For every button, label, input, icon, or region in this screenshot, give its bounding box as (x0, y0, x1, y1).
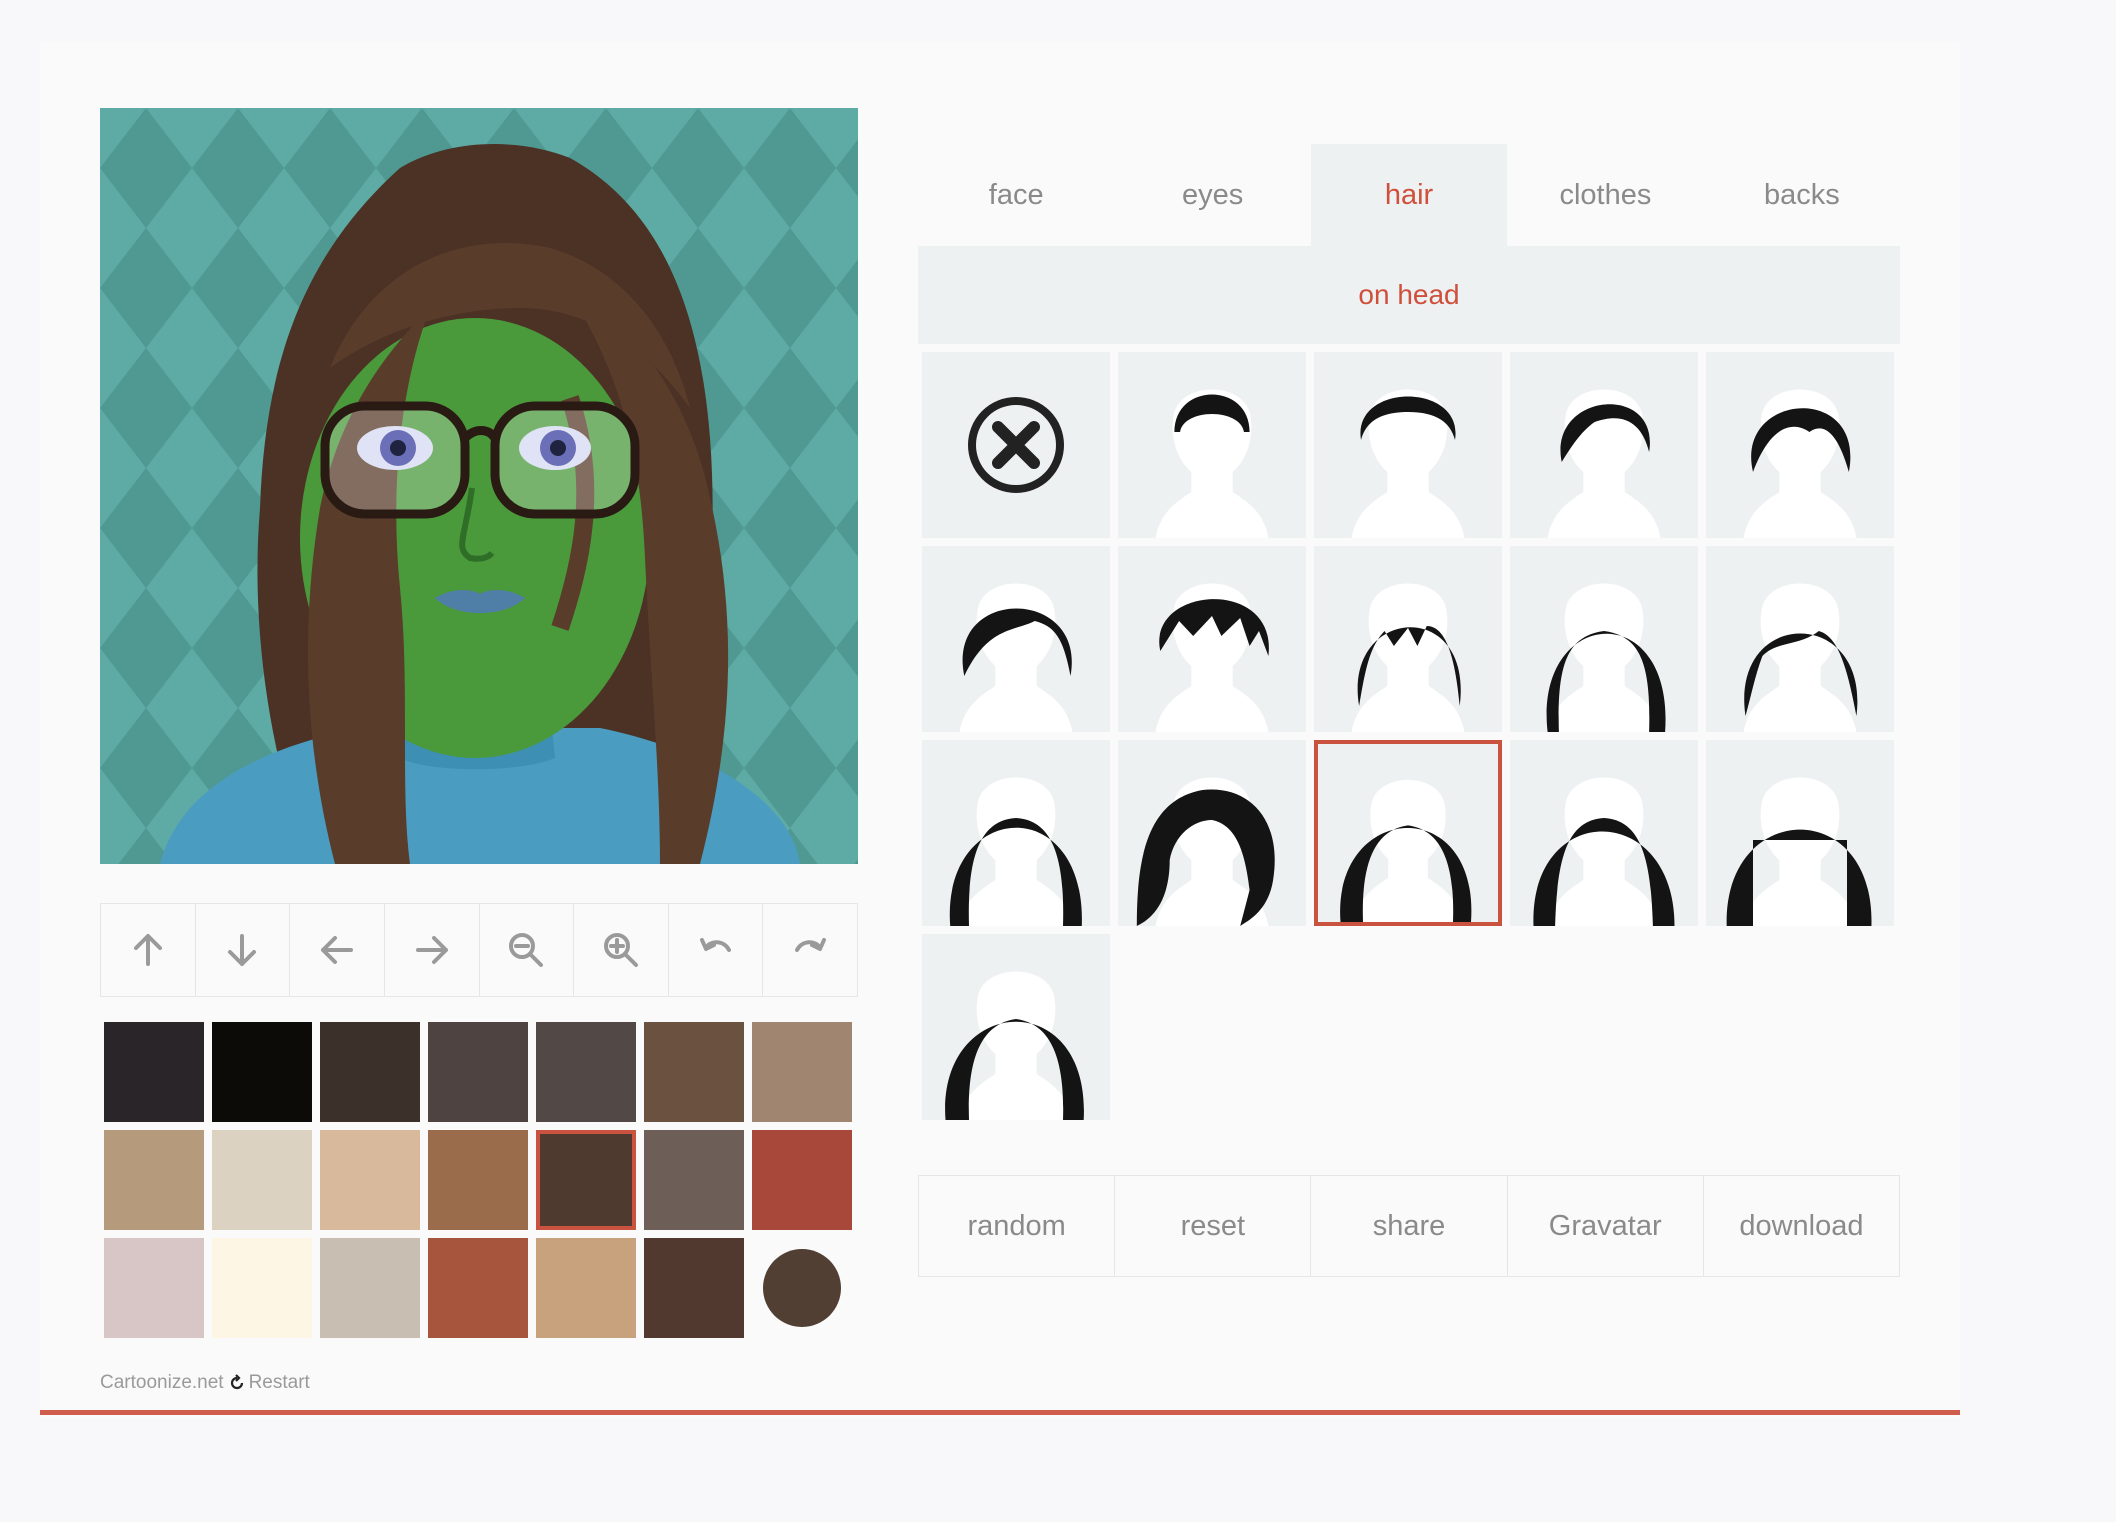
color-swatch[interactable] (752, 1022, 852, 1122)
hair-style-option[interactable] (922, 934, 1110, 1120)
hair-style-option[interactable] (1510, 546, 1698, 732)
bottom-rule (40, 1410, 1960, 1415)
move-left-button[interactable] (290, 904, 385, 996)
arrow-up-icon (133, 934, 162, 966)
hair-style-option[interactable] (1706, 740, 1894, 926)
color-swatch[interactable] (644, 1130, 744, 1230)
undo-icon (699, 938, 731, 952)
download-button[interactable]: download (1704, 1176, 1899, 1276)
move-up-button[interactable] (101, 904, 196, 996)
arrow-right-icon (415, 936, 448, 964)
hair-style-icon (949, 777, 1082, 926)
hair-style-option[interactable] (1118, 352, 1306, 538)
color-swatch[interactable] (212, 1130, 312, 1230)
restart-label: Restart (248, 1372, 310, 1393)
subtab-on-head[interactable]: on head (918, 246, 1900, 344)
hair-style-option[interactable] (1314, 352, 1502, 538)
close-icon (968, 397, 1064, 493)
color-swatch[interactable] (104, 1238, 204, 1338)
color-swatch[interactable] (536, 1130, 636, 1230)
action-bar: random reset share Gravatar download (918, 1175, 1900, 1277)
zoom-in-button[interactable] (574, 904, 669, 996)
hair-style-icon (1546, 583, 1666, 732)
color-swatch[interactable] (428, 1238, 528, 1338)
category-tabs: face eyes hair clothes backs (918, 144, 1900, 246)
move-right-button[interactable] (385, 904, 480, 996)
hair-style-icon (1351, 389, 1465, 538)
rotate-left-button[interactable] (669, 904, 764, 996)
zoom-out-button[interactable] (480, 904, 575, 996)
hair-style-option[interactable] (1118, 740, 1306, 926)
gravatar-button[interactable]: Gravatar (1508, 1176, 1704, 1276)
color-swatch[interactable] (428, 1130, 528, 1230)
color-swatch[interactable] (212, 1238, 312, 1338)
hair-style-icon (1547, 389, 1661, 538)
footer: Cartoonize.net Restart (100, 1372, 310, 1394)
hair-style-icon (1136, 777, 1275, 926)
hair-style-icon (1155, 583, 1269, 732)
zoom-in-icon (603, 933, 638, 967)
hair-style-icon (1533, 777, 1675, 926)
color-swatch[interactable] (104, 1130, 204, 1230)
hair-style-option[interactable] (922, 740, 1110, 926)
arrow-down-icon (228, 934, 257, 966)
hair-style-icon (1726, 777, 1872, 926)
arrow-left-icon (321, 936, 354, 964)
restart-icon (230, 1374, 243, 1390)
color-swatch[interactable] (536, 1022, 636, 1122)
hair-style-option[interactable] (1706, 352, 1894, 538)
color-swatch[interactable] (320, 1022, 420, 1122)
color-swatch[interactable] (644, 1022, 744, 1122)
random-button[interactable]: random (919, 1176, 1116, 1276)
hair-style-option[interactable] (1706, 546, 1894, 732)
color-swatch[interactable] (212, 1022, 312, 1122)
hair-style-option[interactable] (1314, 740, 1502, 926)
color-swatch[interactable] (644, 1238, 744, 1338)
share-button[interactable]: share (1311, 1176, 1508, 1276)
tab-clothes[interactable]: clothes (1507, 144, 1703, 246)
tab-backs[interactable]: backs (1704, 144, 1900, 246)
hair-style-icon (1155, 389, 1269, 538)
avatar-preview (100, 108, 858, 864)
hair-style-icon (1743, 389, 1857, 538)
color-swatch[interactable] (752, 1130, 852, 1230)
move-down-button[interactable] (196, 904, 291, 996)
avatar-illustration (100, 108, 858, 864)
hair-color-palette (104, 1022, 858, 1340)
redo-icon (795, 938, 827, 952)
tab-eyes[interactable]: eyes (1114, 144, 1310, 246)
hair-style-option[interactable] (922, 546, 1110, 732)
no-hair-option[interactable] (922, 352, 1110, 538)
transform-toolbar (100, 903, 858, 997)
color-swatch[interactable] (428, 1022, 528, 1122)
rotate-right-button[interactable] (763, 904, 857, 996)
hair-style-option[interactable] (1510, 740, 1698, 926)
hair-style-icon (1340, 779, 1472, 922)
hair-style-icon (1351, 583, 1465, 732)
hair-style-option[interactable] (1118, 546, 1306, 732)
hair-style-option[interactable] (1510, 352, 1698, 538)
hair-style-icon (1743, 583, 1858, 732)
restart-link[interactable]: Restart (228, 1372, 310, 1394)
zoom-out-icon (509, 933, 544, 967)
hair-style-icon (959, 583, 1073, 732)
color-swatch[interactable] (320, 1238, 420, 1338)
site-link[interactable]: Cartoonize.net (100, 1372, 224, 1394)
color-swatch[interactable] (320, 1130, 420, 1230)
reset-button[interactable]: reset (1115, 1176, 1312, 1276)
hair-style-option[interactable] (1314, 546, 1502, 732)
tab-hair[interactable]: hair (1310, 144, 1508, 246)
hair-style-icon (945, 971, 1084, 1120)
tab-face[interactable]: face (918, 144, 1114, 246)
color-swatch[interactable] (536, 1238, 636, 1338)
custom-color-picker[interactable] (763, 1249, 841, 1327)
color-swatch[interactable] (104, 1022, 204, 1122)
